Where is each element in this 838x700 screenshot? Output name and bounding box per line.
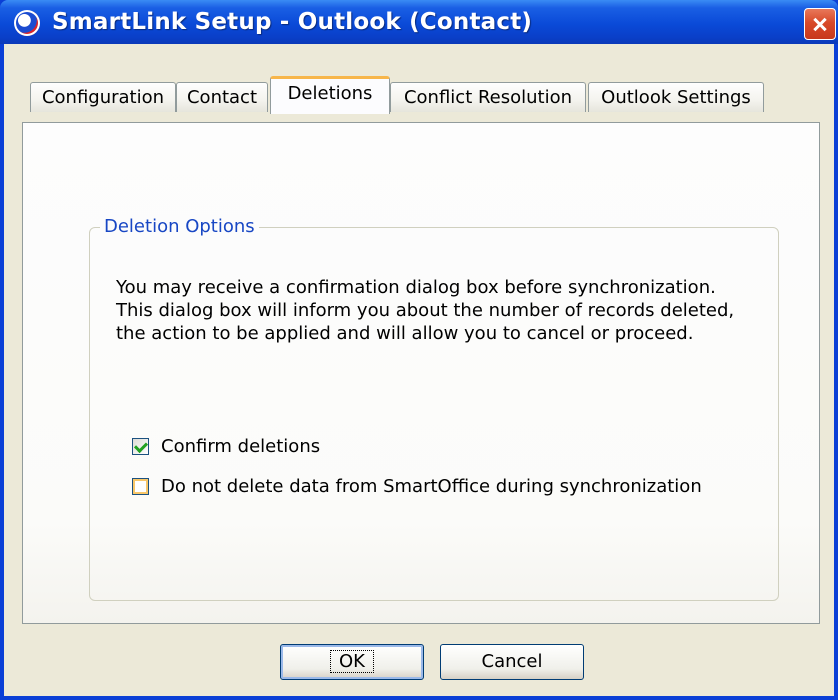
tab-outlook-settings[interactable]: Outlook Settings — [588, 82, 764, 112]
confirm-deletions-option[interactable]: Confirm deletions — [132, 433, 320, 459]
cancel-button-label: Cancel — [481, 651, 543, 672]
tab-conflict-resolution[interactable]: Conflict Resolution — [390, 82, 586, 112]
tab-configuration[interactable]: Configuration — [30, 82, 176, 112]
ok-button[interactable]: OK — [280, 644, 424, 680]
group-title: Deletion Options — [100, 215, 259, 239]
window-title: SmartLink Setup - Outlook (Contact) — [52, 9, 533, 35]
description-text: You may receive a confirmation dialog bo… — [116, 276, 766, 345]
ok-button-label: OK — [330, 650, 374, 673]
do-not-delete-checkbox[interactable] — [132, 477, 149, 495]
cancel-button[interactable]: Cancel — [440, 644, 584, 680]
dialog-client-area: Configuration Contact Deletions Conflict… — [4, 44, 834, 696]
do-not-delete-option[interactable]: Do not delete data from SmartOffice duri… — [132, 473, 702, 499]
tab-deletions[interactable]: Deletions — [270, 76, 390, 114]
description-line: You may receive a confirmation dialog bo… — [116, 277, 716, 298]
description-line: This dialog box will inform you about th… — [116, 300, 735, 321]
confirm-deletions-checkbox[interactable] — [132, 437, 149, 455]
dialog-window: SmartLink Setup - Outlook (Contact) Conf… — [0, 0, 838, 700]
deletion-options-group: Deletion Options You may receive a confi… — [89, 215, 779, 601]
close-icon[interactable] — [804, 8, 836, 40]
do-not-delete-label[interactable]: Do not delete data from SmartOffice duri… — [161, 476, 702, 497]
confirm-deletions-label[interactable]: Confirm deletions — [161, 436, 320, 457]
title-bar[interactable]: SmartLink Setup - Outlook (Contact) — [0, 0, 838, 44]
description-line: the action to be applied and will allow … — [116, 323, 694, 344]
tab-contact[interactable]: Contact — [176, 82, 268, 112]
tab-panel-deletions: Deletion Options You may receive a confi… — [22, 122, 820, 624]
smartlink-app-icon — [14, 10, 40, 36]
